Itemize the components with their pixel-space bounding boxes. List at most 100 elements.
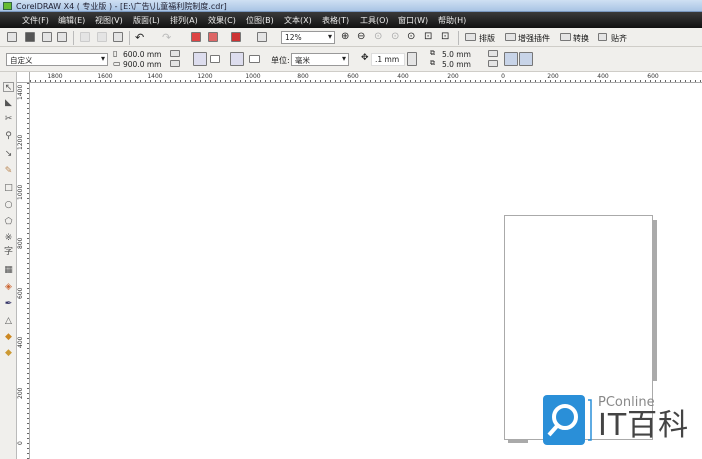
freehand-tool-icon[interactable]: ↘ bbox=[3, 149, 14, 159]
height-stepper[interactable] bbox=[170, 60, 180, 67]
application-launcher-icon[interactable] bbox=[231, 32, 241, 42]
page-height-field[interactable]: 900.0 mm bbox=[123, 60, 161, 69]
fill-tool-icon[interactable]: ◆ bbox=[3, 332, 14, 342]
duplicate-y-field[interactable]: 5.0 mm bbox=[442, 60, 471, 69]
draw-object-mode-icon[interactable] bbox=[519, 52, 533, 66]
window-title: CorelDRAW X4 ( 专业版 ) - [E:\广告\儿童福利院制度.cd… bbox=[16, 2, 227, 11]
polygon-tool-icon[interactable]: ⬠ bbox=[3, 217, 14, 227]
duplicate-y-icon: ⧉ bbox=[430, 59, 435, 67]
page-width-field[interactable]: 600.0 mm bbox=[123, 50, 161, 59]
treat-as-filled-icon[interactable] bbox=[504, 52, 518, 66]
ruler-label: 1000 bbox=[17, 184, 24, 200]
undo-icon[interactable]: ↶ bbox=[135, 31, 144, 44]
page-shadow bbox=[508, 440, 528, 443]
copy-icon[interactable] bbox=[97, 32, 107, 42]
ruler-label: 1600 bbox=[97, 73, 113, 80]
nudge-stepper[interactable] bbox=[407, 52, 417, 66]
ruler-label: 800 bbox=[297, 73, 309, 80]
separator bbox=[458, 31, 459, 45]
nudge-field[interactable]: .1 mm bbox=[371, 53, 405, 66]
width-stepper[interactable] bbox=[170, 50, 180, 57]
menu-view[interactable]: 视图(V) bbox=[95, 15, 123, 26]
smart-fill-tool-icon[interactable]: ✎ bbox=[3, 166, 14, 176]
units-value: 毫米 bbox=[295, 56, 310, 65]
toolbox: ↖ ◣ ✂ ⚲ ↘ ✎ □ ○ ⬠ ※ 字 ▦ ◈ ✒ △ ◆ ◆ bbox=[0, 72, 17, 459]
snap-button[interactable]: 贴齐 bbox=[611, 33, 627, 44]
text-tool-icon[interactable]: 字 bbox=[3, 247, 14, 257]
convert-button[interactable]: 转换 bbox=[573, 33, 589, 44]
interactive-fill-tool-icon[interactable]: ◆ bbox=[3, 348, 14, 358]
menu-edit[interactable]: 编辑(E) bbox=[58, 15, 85, 26]
import-icon[interactable] bbox=[191, 32, 201, 42]
all-pages-icon[interactable] bbox=[230, 52, 244, 66]
zoom-out-icon[interactable]: ⊖ bbox=[357, 31, 365, 42]
plugin-icon bbox=[505, 33, 516, 41]
zoom-width-icon[interactable]: ⊡ bbox=[424, 31, 432, 42]
menu-bar: 文件(F) 编辑(E) 视图(V) 版面(L) 排列(A) 效果(C) 位图(B… bbox=[0, 12, 702, 28]
zoom-all-icon[interactable]: ⊙ bbox=[391, 31, 399, 42]
menu-text[interactable]: 文本(X) bbox=[284, 15, 312, 26]
redo-icon[interactable]: ↷ bbox=[162, 31, 171, 44]
layout-button[interactable]: 排版 bbox=[479, 33, 495, 44]
dup-x-stepper[interactable] bbox=[488, 50, 498, 57]
pconline-watermark: PConline IT百科 bbox=[543, 395, 693, 447]
paper-preset-value: 自定义 bbox=[10, 56, 33, 65]
zoom-height-icon[interactable]: ⊡ bbox=[441, 31, 449, 42]
portrait-icon[interactable] bbox=[193, 52, 207, 66]
cut-icon[interactable] bbox=[80, 32, 90, 42]
new-icon[interactable] bbox=[7, 32, 17, 42]
page-shadow bbox=[653, 220, 657, 381]
basic-shapes-tool-icon[interactable]: ※ bbox=[3, 233, 14, 243]
convert-icon bbox=[560, 33, 571, 41]
shape-tool-icon[interactable]: ◣ bbox=[3, 98, 14, 108]
horizontal-ruler[interactable]: 1800 1600 1400 1200 1000 800 600 400 200… bbox=[30, 72, 702, 83]
vertical-ruler[interactable]: 1400 1200 1000 800 600 400 200 0 bbox=[17, 83, 30, 459]
paper-preset-select[interactable]: 自定义 bbox=[6, 53, 108, 66]
zoom-level: 12% bbox=[285, 33, 302, 42]
open-icon[interactable] bbox=[25, 32, 35, 42]
zoom-selected-icon[interactable]: ⊙ bbox=[374, 31, 382, 42]
paste-icon[interactable] bbox=[113, 32, 123, 42]
interactive-blend-tool-icon[interactable]: ◈ bbox=[3, 282, 14, 292]
dup-y-stepper[interactable] bbox=[488, 60, 498, 67]
separator bbox=[129, 31, 130, 45]
ruler-label: 600 bbox=[17, 287, 24, 299]
menu-arrange[interactable]: 排列(A) bbox=[170, 15, 198, 26]
zoom-tool-icon[interactable]: ⚲ bbox=[3, 131, 14, 141]
table-tool-icon[interactable]: ▦ bbox=[3, 265, 14, 275]
outline-tool-icon[interactable]: △ bbox=[3, 316, 14, 326]
ellipse-tool-icon[interactable]: ○ bbox=[3, 200, 14, 210]
enhance-plugin-button[interactable]: 增强插件 bbox=[518, 33, 550, 44]
export-icon[interactable] bbox=[208, 32, 218, 42]
menu-effects[interactable]: 效果(C) bbox=[208, 15, 236, 26]
eyedropper-tool-icon[interactable]: ✒ bbox=[3, 299, 14, 309]
ruler-origin[interactable] bbox=[17, 72, 30, 83]
ruler-label: 0 bbox=[17, 441, 24, 445]
menu-bitmaps[interactable]: 位图(B) bbox=[246, 15, 274, 26]
menu-help[interactable]: 帮助(H) bbox=[438, 15, 466, 26]
crop-tool-icon[interactable]: ✂ bbox=[3, 114, 14, 124]
zoom-in-icon[interactable]: ⊕ bbox=[341, 31, 349, 42]
ruler-label: 200 bbox=[447, 73, 459, 80]
width-icon: ▯ bbox=[113, 49, 118, 58]
duplicate-x-field[interactable]: 5.0 mm bbox=[442, 50, 471, 59]
layout-icon bbox=[465, 33, 476, 41]
menu-window[interactable]: 窗口(W) bbox=[398, 15, 428, 26]
menu-file[interactable]: 文件(F) bbox=[22, 15, 49, 26]
menu-tools[interactable]: 工具(O) bbox=[360, 15, 389, 26]
pick-tool-icon[interactable]: ↖ bbox=[3, 82, 14, 93]
current-page-icon[interactable] bbox=[249, 55, 260, 63]
landscape-icon[interactable] bbox=[210, 55, 220, 63]
print-icon[interactable] bbox=[57, 32, 67, 42]
save-icon[interactable] bbox=[42, 32, 52, 42]
snap-icon bbox=[598, 33, 607, 41]
menu-table[interactable]: 表格(T) bbox=[322, 15, 349, 26]
ruler-label: 200 bbox=[547, 73, 559, 80]
ruler-label: 400 bbox=[397, 73, 409, 80]
zoom-page-icon[interactable]: ⊙ bbox=[407, 31, 415, 42]
units-select[interactable]: 毫米 bbox=[291, 53, 349, 66]
zoom-level-select[interactable]: 12% bbox=[281, 31, 335, 44]
welcome-screen-icon[interactable] bbox=[257, 32, 267, 42]
rectangle-tool-icon[interactable]: □ bbox=[3, 183, 14, 193]
menu-layout[interactable]: 版面(L) bbox=[133, 15, 160, 26]
